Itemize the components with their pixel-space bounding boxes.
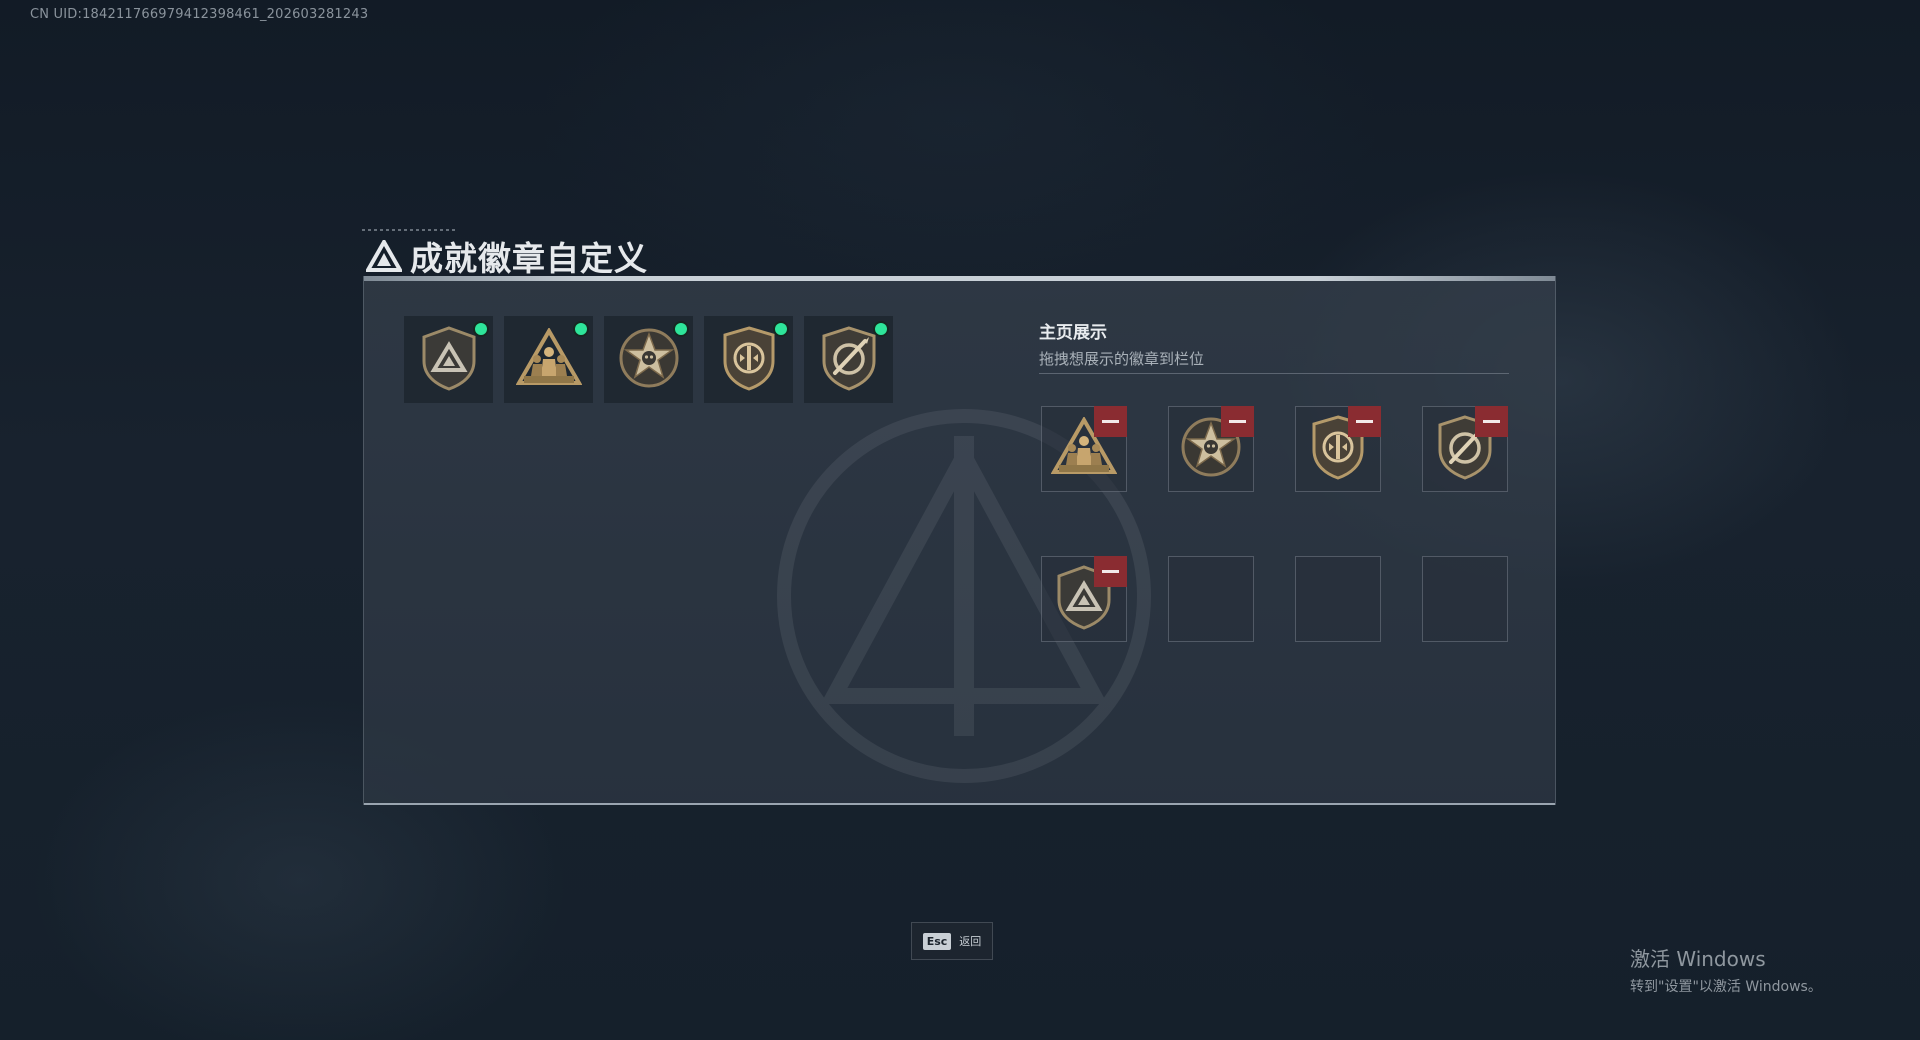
shield-triangle-badge-icon xyxy=(419,325,479,395)
round-shield-badge-icon xyxy=(720,325,778,395)
remove-badge-button[interactable] xyxy=(1348,406,1381,437)
owned-badge-slot[interactable] xyxy=(704,316,793,403)
display-section-subtitle: 拖拽想展示的徽章到栏位 xyxy=(1039,350,1205,368)
equipped-indicator xyxy=(475,323,487,335)
minus-icon xyxy=(1102,570,1119,573)
equipped-indicator xyxy=(575,323,587,335)
esc-key-icon: Esc xyxy=(922,932,952,950)
divider xyxy=(1039,373,1509,374)
display-slot[interactable] xyxy=(1041,406,1127,492)
badge-customize-panel: 主页展示 拖拽想展示的徽章到栏位 xyxy=(363,276,1556,805)
remove-badge-button[interactable] xyxy=(1094,556,1127,587)
minus-icon xyxy=(1229,420,1246,423)
empty-display-slot[interactable] xyxy=(1422,556,1508,642)
panel-bottom-border xyxy=(364,803,1555,805)
equipped-indicator xyxy=(875,323,887,335)
triangle-logo-icon xyxy=(366,240,402,272)
star-skull-badge-icon xyxy=(617,326,681,394)
watermark-line1: 激活 Windows xyxy=(1630,947,1766,971)
uid-label: CN UID:18421176697941239846​1_2026032812… xyxy=(30,7,369,22)
sword-shield-badge-icon xyxy=(819,325,879,395)
panel-top-border xyxy=(364,276,1555,281)
back-label: 返回 xyxy=(959,935,982,948)
owned-badge-slot[interactable] xyxy=(404,316,493,403)
back-button[interactable]: Esc 返回 xyxy=(911,922,993,960)
minus-icon xyxy=(1483,420,1500,423)
minus-icon xyxy=(1356,420,1373,423)
owned-badge-slot[interactable] xyxy=(804,316,893,403)
display-slots-grid xyxy=(1041,406,1508,642)
minus-icon xyxy=(1102,420,1119,423)
soldiers-triangle-badge-icon xyxy=(515,326,582,392)
display-slot[interactable] xyxy=(1295,406,1381,492)
page-header: 成就徽章自定义 xyxy=(366,232,648,280)
display-section-title: 主页展示 xyxy=(1039,323,1107,343)
remove-badge-button[interactable] xyxy=(1094,406,1127,437)
remove-badge-button[interactable] xyxy=(1221,406,1254,437)
owned-badge-slot[interactable] xyxy=(504,316,593,403)
page-title: 成就徽章自定义 xyxy=(410,239,648,278)
owned-badges-list xyxy=(404,316,893,403)
empty-display-slot[interactable] xyxy=(1295,556,1381,642)
display-slot[interactable] xyxy=(1168,406,1254,492)
equipped-indicator xyxy=(675,323,687,335)
empty-display-slot[interactable] xyxy=(1168,556,1254,642)
watermark-line2: 转到"设置"以激活 Windows。 xyxy=(1630,979,1822,995)
homepage-display-header: 主页展示 拖拽想展示的徽章到栏位 xyxy=(1039,318,1509,369)
equipped-indicator xyxy=(775,323,787,335)
title-decoration xyxy=(362,229,457,231)
remove-badge-button[interactable] xyxy=(1475,406,1508,437)
display-slot[interactable] xyxy=(1422,406,1508,492)
owned-badge-slot[interactable] xyxy=(604,316,693,403)
windows-activation-watermark: 激活 Windows 转到"设置"以激活 Windows。 xyxy=(1630,943,1822,996)
display-slot[interactable] xyxy=(1041,556,1127,642)
